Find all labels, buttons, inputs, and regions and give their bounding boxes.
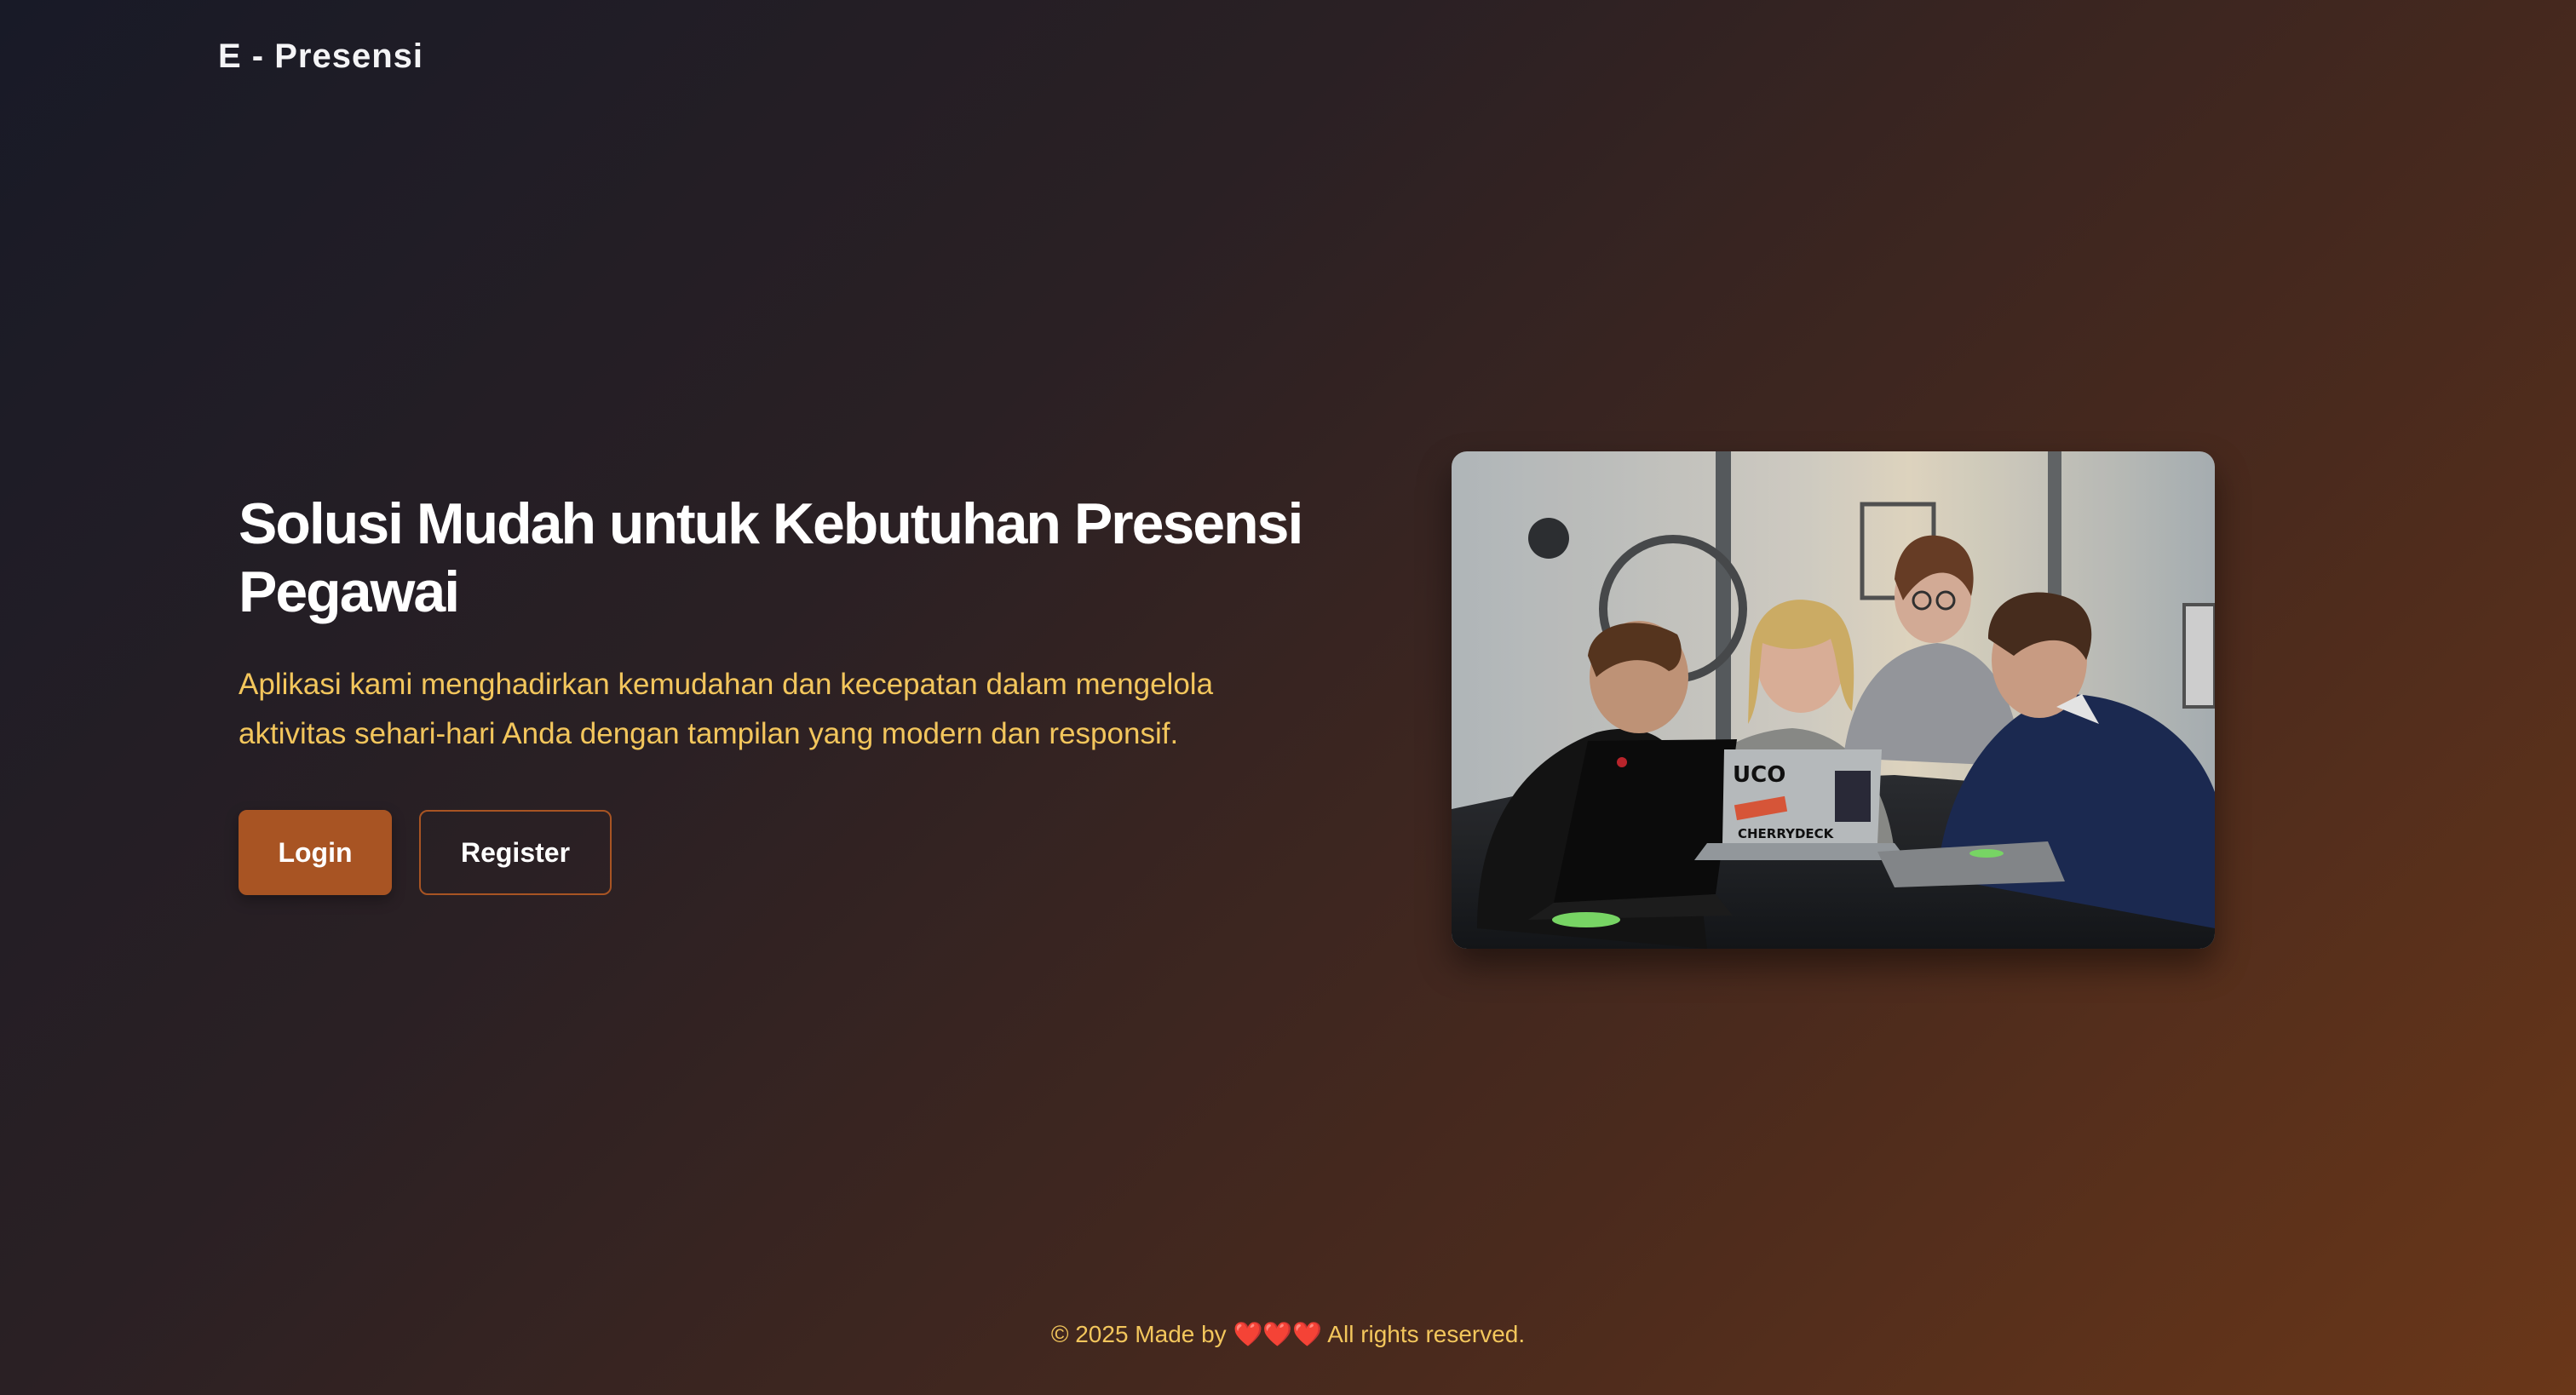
footer: © 2025 Made by ❤️❤️❤️ All rights reserve…: [0, 1320, 2576, 1348]
hero-title: Solusi Mudah untuk Kebutuhan Presensi Pe…: [239, 491, 1303, 624]
brand-logo[interactable]: E - Presensi: [218, 37, 423, 76]
heart-icon: ❤️❤️❤️: [1233, 1321, 1323, 1347]
hero-section: Solusi Mudah untuk Kebutuhan Presensi Pe…: [239, 490, 1303, 895]
hero-actions: Login Register: [239, 810, 1303, 895]
footer-suffix: All rights reserved.: [1327, 1321, 1526, 1347]
footer-prefix: © 2025 Made by: [1050, 1321, 1227, 1347]
hero-description: Aplikasi kami menghadirkan kemudahan dan…: [239, 668, 1214, 750]
register-button[interactable]: Register: [419, 810, 612, 895]
hero-team-photo: UCO CHERRYDECK: [1452, 451, 2215, 949]
login-button[interactable]: Login: [239, 810, 392, 895]
